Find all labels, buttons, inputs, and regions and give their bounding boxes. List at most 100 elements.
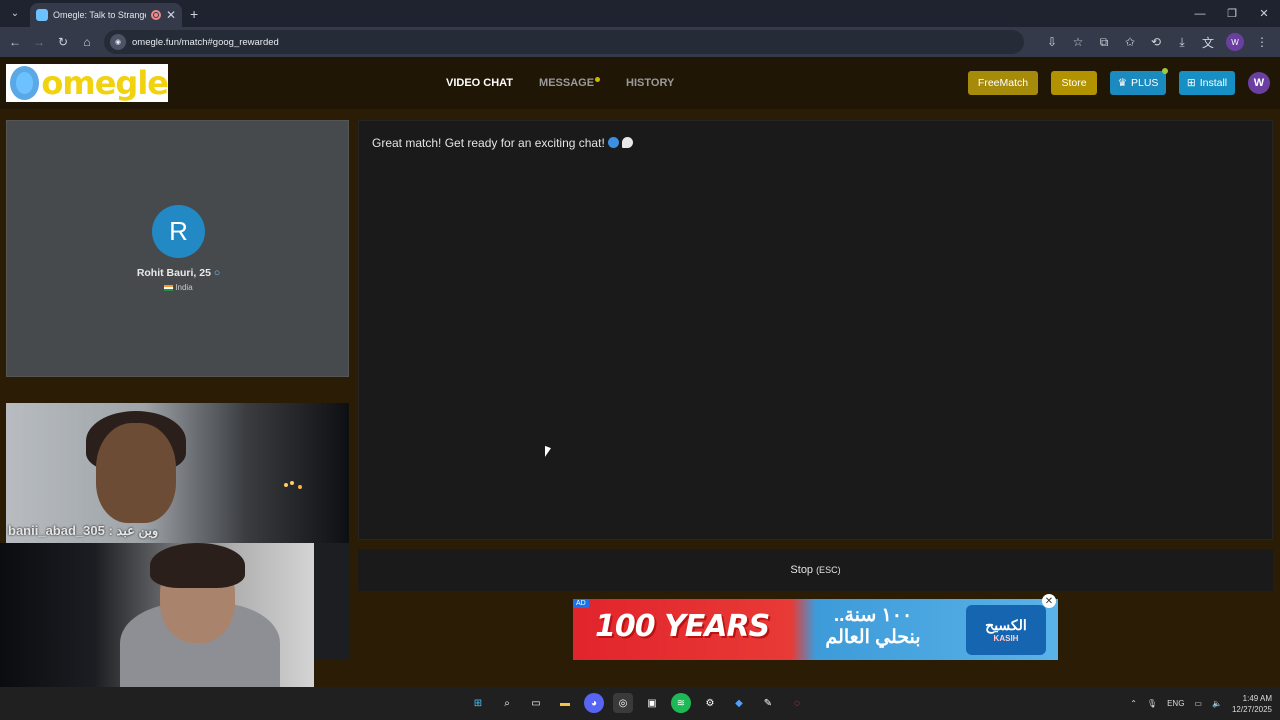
stop-hint: (ESC) [816,565,841,575]
nav-message[interactable]: MESSAGE [539,77,601,89]
ring-icon: ○ [213,267,221,279]
stop-label: Stop [790,564,814,576]
home-icon[interactable]: ⌂ [75,30,99,54]
address-bar[interactable]: ◉ omegle.fun/match#goog_rewarded [104,30,1024,54]
nav-video-chat[interactable]: VIDEO CHAT [446,77,513,89]
freematch-button[interactable]: FreeMatch [968,71,1038,95]
chat-panel[interactable]: Great match! Get ready for an exciting c… [358,120,1273,540]
clock-date: 12/27/2025 [1231,704,1272,714]
logo-text: omegle [41,64,169,102]
translate-icon[interactable]: 文 [1196,30,1220,54]
file-explorer-icon[interactable]: ▬ [555,693,575,713]
system-message-text: Great match! Get ready for an exciting c… [372,136,605,150]
tab-search-icon[interactable]: ⌄ [4,4,26,24]
plus-button[interactable]: ♛ PLUS [1110,68,1168,95]
close-tab-icon[interactable]: ✕ [166,8,176,22]
ad-brand-name: الكسيح [985,617,1027,633]
remote-video-lights [284,483,288,487]
install-button[interactable]: ⊞ Install [1179,71,1235,95]
user-avatar[interactable]: W [1248,72,1270,94]
window-controls: — ❐ ✕ [1184,0,1280,27]
volume-icon[interactable]: 🔈 [1212,699,1222,708]
partner-country: India [7,283,350,292]
clock-time: 1:49 AM [1242,693,1272,703]
windows-taskbar: ⊞ ⌕ ▭ ▬ ◕ ◎ ▣ ≋ ⚙ ◆ ✎ ◌ ⌃ 🎙 ENG ▭ 🔈 1:49… [0,687,1280,720]
tray-expand-icon[interactable]: ⌃ [1130,699,1137,708]
browser-tab[interactable]: Omegle: Talk to Strangers w ✕ [30,3,182,27]
omegle-logo[interactable]: omegle [6,64,169,102]
task-view-icon[interactable]: ▭ [526,693,546,713]
ad-headline: 100 YEARS [595,609,770,644]
local-video-hair [150,543,245,588]
partner-card: R Rohit Bauri, 25 ○ India [6,120,349,377]
windows-start-icon[interactable]: ⊞ [468,693,488,713]
ad-arabic-line2: بنحلي العالم [825,627,921,648]
install-app-icon[interactable]: ⇩ [1040,30,1064,54]
extensions-icon[interactable]: ⧉ [1092,30,1116,54]
bookmark-star-icon[interactable]: ☆ [1066,30,1090,54]
new-tab-icon[interactable]: + [190,6,198,22]
game-app-icon[interactable]: ✎ [758,693,778,713]
taskbar-apps: ⊞ ⌕ ▭ ▬ ◕ ◎ ▣ ≋ ⚙ ◆ ✎ ◌ [468,693,807,713]
downloads-icon[interactable]: ⤓ [1170,30,1194,54]
restore-icon[interactable]: ❐ [1216,0,1248,27]
main-nav: VIDEO CHAT MESSAGE HISTORY [446,57,674,109]
plus-dot-icon [1162,68,1168,74]
system-tray: ⌃ 🎙 ENG ▭ 🔈 1:49 AM 12/27/2025 [1130,687,1272,720]
back-icon[interactable]: ← [3,30,27,54]
site-info-icon[interactable]: ◉ [110,34,126,50]
partner-avatar: R [152,205,205,258]
install-label: Install [1199,77,1228,89]
logo-bubble-icon [10,66,40,100]
omegle-favicon-icon [36,9,48,21]
local-video-side [314,543,349,660]
app-icon[interactable]: ◆ [729,693,749,713]
discord-icon[interactable]: ◕ [584,693,604,713]
header-buttons: FreeMatch Store ♛ PLUS ⊞ Install W [968,68,1270,95]
system-message: Great match! Get ready for an exciting c… [372,136,633,150]
ad-arabic-line1: ..١٠٠ سنة [833,605,913,626]
clock[interactable]: 1:49 AM 12/27/2025 [1232,693,1272,715]
spotify-icon[interactable]: ≋ [671,693,691,713]
globe-icon [607,137,619,148]
recording-indicator-icon [150,10,161,20]
steam-icon[interactable]: ⚙ [700,693,720,713]
forward-icon[interactable]: → [27,30,51,54]
minimize-icon[interactable]: — [1184,0,1216,27]
ad-brand-logo: الكسيح KASIH [966,605,1046,655]
browser-profile-avatar[interactable]: W [1226,33,1244,51]
store-button[interactable]: Store [1051,71,1097,95]
browser-menu-icon[interactable]: ⋮ [1250,30,1274,54]
notification-dot-icon [595,77,601,82]
partner-country-text: India [175,283,193,292]
browser-toolbar: ← → ↻ ⌂ ◉ omegle.fun/match#goog_rewarded… [0,27,1280,57]
url-text: omegle.fun/match#goog_rewarded [132,36,279,48]
language-indicator[interactable]: ENG [1167,699,1184,708]
browser-tab-strip: ⌄ Omegle: Talk to Strangers w ✕ + — ❐ ✕ [0,0,1280,27]
search-icon[interactable]: ⌕ [497,693,517,713]
history-icon[interactable]: ⟲ [1144,30,1168,54]
ad-banner[interactable]: AD 100 YEARS ..١٠٠ سنة بنحلي العالم الكس… [573,599,1058,660]
local-video [0,543,314,687]
close-window-icon[interactable]: ✕ [1248,0,1280,27]
microphone-icon[interactable]: 🎙 [1147,699,1157,708]
ad-brand-sub: KASIH [993,634,1019,643]
nav-history[interactable]: HISTORY [626,77,674,89]
speech-bubble-icon [621,137,633,148]
tab-title: Omegle: Talk to Strangers w [53,10,146,20]
ad-tag: AD [573,599,589,608]
stop-button[interactable]: Stop (ESC) [358,549,1273,591]
install-icon: ⊞ [1186,77,1196,89]
bookmarks-icon[interactable]: ✩ [1118,30,1142,54]
crown-icon: ♛ [1117,77,1127,89]
reload-icon[interactable]: ↻ [51,30,75,54]
remote-video-caption: banii_abad_305 : وين عبد [8,523,159,538]
chrome-icon[interactable]: ◎ [613,693,633,713]
recording-app-icon[interactable]: ◌ [787,693,807,713]
toolbar-actions: ⇩ ☆ ⧉ ✩ ⟲ ⤓ 文 W ⋮ [1040,30,1274,54]
site-header: omegle VIDEO CHAT MESSAGE HISTORY FreeMa… [0,57,1280,109]
epic-games-icon[interactable]: ▣ [642,693,662,713]
display-icon[interactable]: ▭ [1194,699,1202,708]
india-flag-icon [164,284,174,291]
ad-close-icon[interactable]: ✕ [1042,594,1056,608]
